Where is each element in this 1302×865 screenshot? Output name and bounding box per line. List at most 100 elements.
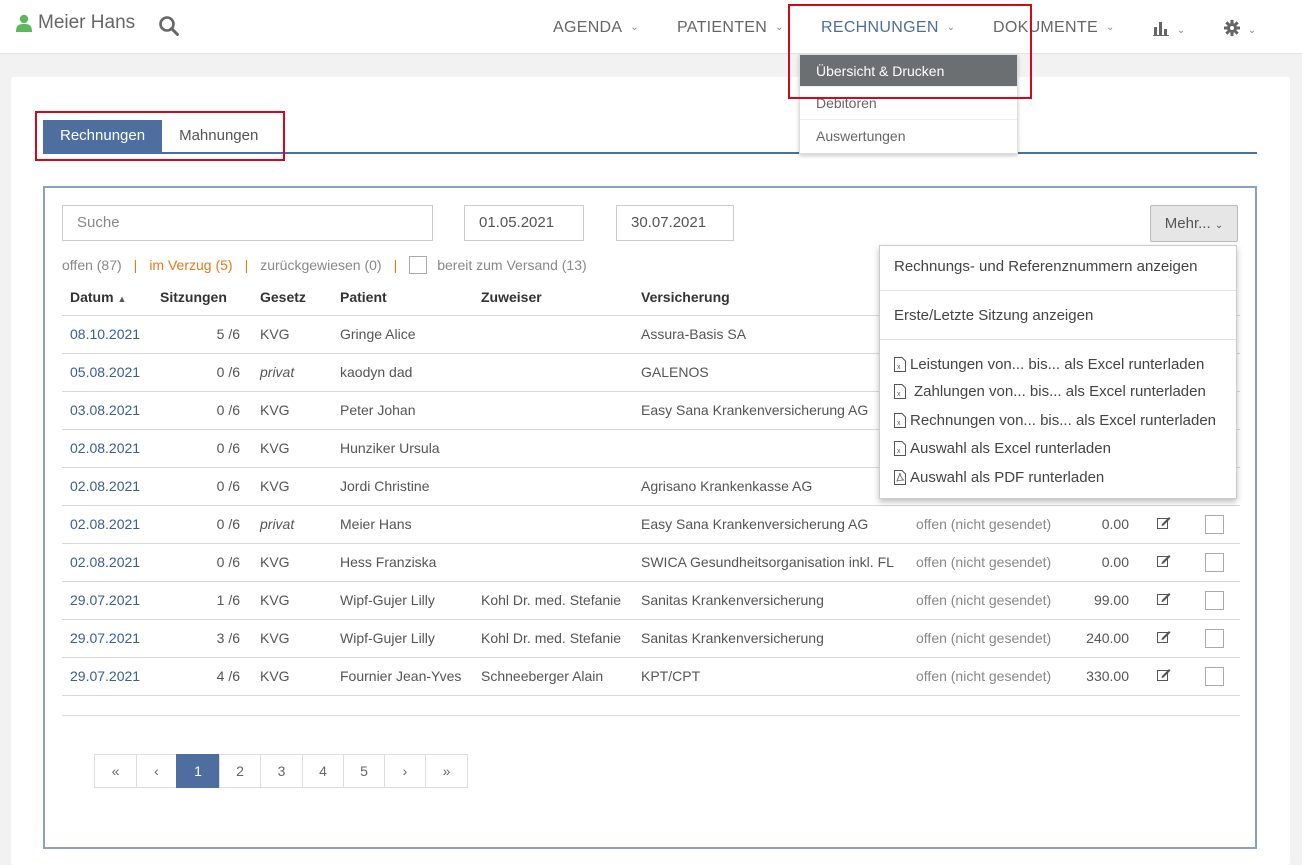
table-row[interactable]: 02.08.2021 0 /6 privat Meier Hans Easy Sana … xyxy=(62,505,1240,544)
mehr-button[interactable]: Mehr... ⌄ xyxy=(1150,205,1238,242)
cell-status: offen (nicht gesendet) xyxy=(908,619,1073,658)
page-button[interactable]: 2 xyxy=(219,754,261,788)
cell-patient: Meier Hans xyxy=(332,505,473,544)
cell-edit xyxy=(1143,619,1193,658)
page-button[interactable]: » xyxy=(425,754,468,788)
filter-im-verzug[interactable]: im Verzug (5) xyxy=(149,257,232,273)
menu-item-auswertungen[interactable]: Auswertungen xyxy=(800,120,1017,153)
filter-offen[interactable]: offen (87) xyxy=(62,257,122,273)
cell-status: offen (nicht gesendet) xyxy=(908,543,1073,582)
edit-icon[interactable] xyxy=(1157,516,1171,529)
menu-item-label: Rechnungen von... bis... als Excel runte… xyxy=(910,412,1217,429)
svg-text:x: x xyxy=(897,420,901,427)
cell-status: offen (nicht gesendet) xyxy=(908,505,1073,544)
nav-patienten[interactable]: PATIENTEN ⌄ xyxy=(677,19,784,37)
page-button[interactable]: 1 xyxy=(176,754,220,788)
cell-edit xyxy=(1143,505,1193,544)
cell-insurance: KPT/CPT xyxy=(633,657,908,696)
separator: | xyxy=(393,257,398,273)
cell-law: KVG xyxy=(252,315,332,354)
menu-item-label: Leistungen von... bis... als Excel runte… xyxy=(910,356,1205,373)
cell-law: KVG xyxy=(252,657,332,696)
table-row[interactable]: 29.07.2021 1 /6 KVG Wipf-Gujer Lilly Kohl Dr… xyxy=(62,581,1240,620)
row-checkbox[interactable] xyxy=(1205,514,1224,534)
cell-date[interactable]: 05.08.2021 xyxy=(62,353,152,392)
menu-item-label: Auswahl als PDF runterladen xyxy=(910,469,1105,486)
menu-item-leistungen-excel[interactable]: x Leistungen von... bis... als Excel runt… xyxy=(894,356,1204,373)
page-button[interactable]: 3 xyxy=(260,754,303,788)
page-button[interactable]: ‹ xyxy=(136,754,177,788)
table-row[interactable]: 29.07.2021 4 /6 KVG Fournier Jean-Yves Schne… xyxy=(62,657,1240,696)
row-checkbox[interactable] xyxy=(1205,552,1224,572)
cell-sessions: 0 /6 xyxy=(152,543,252,582)
cell-sessions: 0 /6 xyxy=(152,467,252,506)
menu-item-show-sessions[interactable]: Erste/Letzte Sitzung anzeigen xyxy=(894,307,1093,324)
menu-item-zahlungen-excel[interactable]: x Zahlungen von... bis... als Excel runte… xyxy=(894,383,1206,400)
chevron-down-icon: ⌄ xyxy=(630,22,640,33)
cell-date[interactable]: 29.07.2021 xyxy=(62,581,152,620)
chevron-down-icon: ⌄ xyxy=(1214,220,1224,231)
cell-date[interactable]: 08.10.2021 xyxy=(62,315,152,354)
edit-icon[interactable] xyxy=(1157,554,1171,567)
separator: | xyxy=(133,257,138,273)
cell-date[interactable]: 29.07.2021 xyxy=(62,657,152,696)
cell-date[interactable]: 02.08.2021 xyxy=(62,505,152,544)
page-button[interactable]: 5 xyxy=(343,754,385,788)
row-checkbox[interactable] xyxy=(1205,628,1224,648)
edit-icon[interactable] xyxy=(1157,592,1171,605)
cell-sessions: 3 /6 xyxy=(152,619,252,658)
filter-zurueckgewiesen[interactable]: zurückgewiesen (0) xyxy=(260,257,381,273)
cell-patient: Gringe Alice xyxy=(332,315,473,354)
menu-item-rechnungen-excel[interactable]: x Rechnungen von... bis... als Excel runt… xyxy=(894,412,1216,429)
cell-date[interactable]: 02.08.2021 xyxy=(62,467,152,506)
nav-agenda[interactable]: AGENDA ⌄ xyxy=(553,19,639,37)
col-datum[interactable]: Datum ▲ xyxy=(62,279,152,316)
cell-patient: Hess Franziska xyxy=(332,543,473,582)
col-versicherung[interactable]: Versicherung xyxy=(633,279,908,316)
excel-file-icon: x xyxy=(894,413,906,428)
cell-patient: Fournier Jean-Yves xyxy=(332,657,473,696)
cell-insurance: SWICA Gesundheitsorganisation inkl. FL xyxy=(633,543,908,582)
cell-edit xyxy=(1143,543,1193,582)
cell-date[interactable]: 02.08.2021 xyxy=(62,429,152,468)
cell-law: KVG xyxy=(252,543,332,582)
user-menu[interactable]: Meier Hans xyxy=(16,12,135,34)
col-sitzungen[interactable]: Sitzungen xyxy=(152,279,252,316)
page-button[interactable]: 4 xyxy=(302,754,344,788)
date-from-field[interactable]: 01.05.2021 xyxy=(464,205,584,241)
table-row[interactable]: 02.08.2021 0 /6 KVG Hess Franziska SWICA Ges… xyxy=(62,543,1240,582)
nav-settings[interactable]: ⌄ xyxy=(1224,20,1256,39)
edit-icon[interactable] xyxy=(1157,668,1171,681)
table-row[interactable]: 29.07.2021 3 /6 KVG Wipf-Gujer Lilly Kohl Dr… xyxy=(62,619,1240,658)
page-button[interactable]: › xyxy=(384,754,426,788)
cell-status: offen (nicht gesendet) xyxy=(908,657,1073,696)
mehr-label: Mehr... xyxy=(1164,215,1211,232)
separator: | xyxy=(244,257,249,273)
cell-date[interactable]: 03.08.2021 xyxy=(62,391,152,430)
edit-icon[interactable] xyxy=(1157,630,1171,643)
bereit-checkbox[interactable] xyxy=(409,256,428,274)
highlight-box-tabs xyxy=(35,111,285,161)
cell-date[interactable]: 02.08.2021 xyxy=(62,543,152,582)
search-icon[interactable] xyxy=(158,15,180,37)
cell-select xyxy=(1193,505,1240,544)
cell-sessions: 5 /6 xyxy=(152,315,252,354)
menu-item-show-numbers[interactable]: Rechnungs- und Referenznummern anzeigen xyxy=(894,258,1198,275)
cell-patient: Jordi Christine xyxy=(332,467,473,506)
date-to-field[interactable]: 30.07.2021 xyxy=(616,205,734,241)
menu-item-auswahl-pdf[interactable]: Auswahl als PDF runterladen xyxy=(894,469,1104,486)
nav-statistics[interactable]: ⌄ xyxy=(1153,20,1185,39)
menu-item-auswahl-excel[interactable]: x Auswahl als Excel runterladen xyxy=(894,440,1111,457)
row-checkbox[interactable] xyxy=(1205,666,1224,686)
cell-amount: 0.00 xyxy=(1073,543,1143,582)
chevron-down-icon: ⌄ xyxy=(1105,22,1115,33)
page-button[interactable]: « xyxy=(94,754,137,788)
col-zuweiser[interactable]: Zuweiser xyxy=(473,279,633,316)
col-patient[interactable]: Patient xyxy=(332,279,473,316)
cell-date[interactable]: 29.07.2021 xyxy=(62,619,152,658)
cell-insurance: GALENOS xyxy=(633,353,908,392)
search-input[interactable]: Suche xyxy=(62,205,433,241)
sort-asc-icon: ▲ xyxy=(117,293,127,304)
col-gesetz[interactable]: Gesetz xyxy=(252,279,332,316)
row-checkbox[interactable] xyxy=(1205,590,1224,610)
